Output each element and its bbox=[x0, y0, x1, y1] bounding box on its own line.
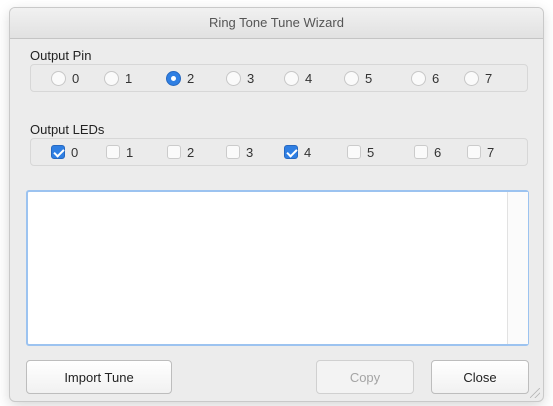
output-pin-option-2[interactable]: 2 bbox=[166, 69, 194, 87]
import-tune-button[interactable]: Import Tune bbox=[26, 360, 172, 394]
output-leds-group: 0 1 2 3 4 5 6 7 bbox=[30, 138, 528, 166]
radio-button[interactable] bbox=[464, 70, 479, 86]
checkbox-checked[interactable] bbox=[51, 145, 65, 159]
copy-button[interactable]: Copy bbox=[316, 360, 414, 394]
checkbox[interactable] bbox=[347, 145, 361, 159]
output-pin-option-1[interactable]: 1 bbox=[104, 69, 132, 87]
output-led-option-4[interactable]: 4 bbox=[284, 143, 311, 161]
output-led-option-3[interactable]: 3 bbox=[226, 143, 253, 161]
radio-button[interactable] bbox=[104, 70, 119, 86]
output-pin-option-0[interactable]: 0 bbox=[51, 69, 79, 87]
window-title: Ring Tone Tune Wizard bbox=[10, 8, 543, 39]
tune-text-area[interactable] bbox=[26, 190, 529, 346]
output-pin-group: 0 1 2 3 4 5 6 7 bbox=[30, 64, 528, 92]
output-pin-label: Output Pin bbox=[30, 48, 92, 63]
checkbox[interactable] bbox=[226, 145, 240, 159]
ring-tone-wizard-window: Ring Tone Tune Wizard Output Pin 0 1 2 3… bbox=[10, 8, 543, 401]
radio-button[interactable] bbox=[51, 70, 66, 86]
output-led-option-6[interactable]: 6 bbox=[414, 143, 441, 161]
output-pin-option-5[interactable]: 5 bbox=[344, 69, 372, 87]
output-led-option-5[interactable]: 5 bbox=[347, 143, 374, 161]
checkbox-checked[interactable] bbox=[284, 145, 298, 159]
radio-button[interactable] bbox=[344, 70, 359, 86]
checkbox[interactable] bbox=[467, 145, 481, 159]
radio-button-selected[interactable] bbox=[166, 70, 181, 86]
output-pin-option-7[interactable]: 7 bbox=[464, 69, 492, 87]
checkbox[interactable] bbox=[414, 145, 428, 159]
checkbox[interactable] bbox=[106, 145, 120, 159]
text-area-scrollbar[interactable] bbox=[507, 192, 528, 344]
resize-grip-icon[interactable] bbox=[530, 388, 540, 398]
output-pin-option-4[interactable]: 4 bbox=[284, 69, 312, 87]
output-led-option-7[interactable]: 7 bbox=[467, 143, 494, 161]
output-pin-option-6[interactable]: 6 bbox=[411, 69, 439, 87]
radio-button[interactable] bbox=[411, 70, 426, 86]
output-led-option-0[interactable]: 0 bbox=[51, 143, 78, 161]
radio-button[interactable] bbox=[226, 70, 241, 86]
output-pin-option-3[interactable]: 3 bbox=[226, 69, 254, 87]
output-leds-label: Output LEDs bbox=[30, 122, 105, 137]
output-led-option-2[interactable]: 2 bbox=[167, 143, 194, 161]
close-button[interactable]: Close bbox=[431, 360, 529, 394]
radio-button[interactable] bbox=[284, 70, 299, 86]
output-led-option-1[interactable]: 1 bbox=[106, 143, 133, 161]
checkbox[interactable] bbox=[167, 145, 181, 159]
